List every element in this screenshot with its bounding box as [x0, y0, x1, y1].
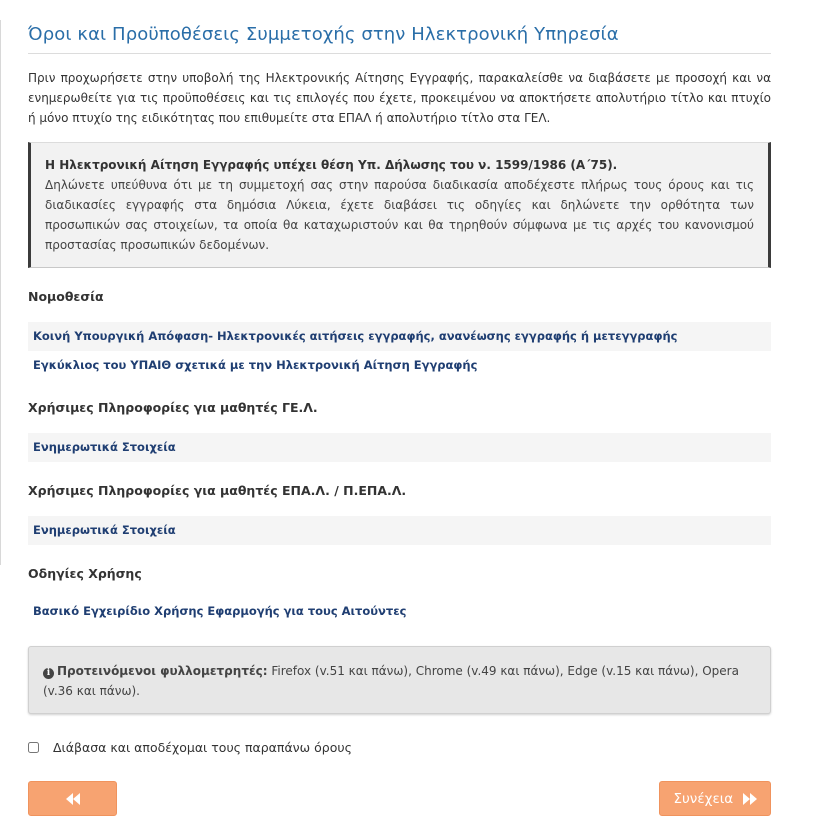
guide-heading: Οδηγίες Χρήσης — [28, 566, 142, 581]
info-icon: i — [43, 668, 54, 679]
gel-links: Ενημερωτικά Στοιχεία — [28, 433, 771, 462]
link-egkyklios[interactable]: Εγκύκλιος του ΥΠΑΙΘ σχετικά με την Ηλεκτ… — [28, 351, 771, 380]
agree-label[interactable]: Διάβασα και αποδέχομαι τους παραπάνω όρο… — [53, 740, 352, 755]
double-chevron-right-icon — [742, 792, 757, 805]
continue-label: Συνέχεια — [673, 790, 734, 807]
link-epal-info[interactable]: Ενημερωτικά Στοιχεία — [28, 516, 771, 545]
link-user-manual[interactable]: Βασικό Εγχειρίδιο Χρήσης Εφαρμογής για τ… — [28, 597, 771, 626]
declaration-box: Η Ηλεκτρονική Αίτηση Εγγραφής υπέχει θέσ… — [28, 142, 771, 268]
gel-heading: Χρήσιμες Πληροφορίες για μαθητές ΓΕ.Λ. — [28, 400, 318, 415]
gel-section: Χρήσιμες Πληροφορίες για μαθητές ΓΕ.Λ. — [28, 400, 771, 415]
epal-heading: Χρήσιμες Πληροφορίες για μαθητές ΕΠΑ.Λ. … — [28, 483, 407, 498]
continue-button[interactable]: Συνέχεια — [659, 781, 771, 816]
left-border — [0, 20, 1, 565]
link-kya[interactable]: Κοινή Υπουργική Απόφαση- Ηλεκτρονικές αι… — [28, 322, 771, 351]
agree-checkbox[interactable] — [28, 742, 39, 753]
guide-links: Βασικό Εγχειρίδιο Χρήσης Εφαρμογής για τ… — [28, 597, 771, 626]
browsers-label: Προτεινόμενοι φυλλομετρητές: — [57, 664, 268, 678]
page-title: Όροι και Προϋποθέσεις Συμμετοχής στην Ηλ… — [28, 24, 771, 54]
browsers-notice: i Προτεινόμενοι φυλλομετρητές: Firefox (v… — [28, 646, 771, 714]
legislation-heading: Νομοθεσία — [28, 289, 104, 304]
epal-section: Χρήσιμες Πληροφορίες για μαθητές ΕΠΑ.Λ. … — [28, 483, 771, 498]
declaration-title: Η Ηλεκτρονική Αίτηση Εγγραφής υπέχει θέσ… — [45, 158, 618, 172]
legislation-links: Κοινή Υπουργική Απόφαση- Ηλεκτρονικές αι… — [28, 322, 771, 380]
back-button[interactable] — [28, 781, 117, 816]
terms-page: Όροι και Προϋποθέσεις Συμμετοχής στην Ηλ… — [28, 0, 771, 816]
link-gel-info[interactable]: Ενημερωτικά Στοιχεία — [28, 433, 771, 462]
guide-section: Οδηγίες Χρήσης — [28, 566, 771, 581]
intro-paragraph: Πριν προχωρήσετε στην υποβολή της Ηλεκτρ… — [28, 71, 771, 125]
double-chevron-left-icon — [65, 792, 80, 805]
legislation-section: Νομοθεσία — [28, 289, 771, 304]
declaration-body: Δηλώνετε υπεύθυνα ότι με τη συμμετοχή σα… — [45, 178, 754, 252]
epal-links: Ενημερωτικά Στοιχεία — [28, 516, 771, 545]
